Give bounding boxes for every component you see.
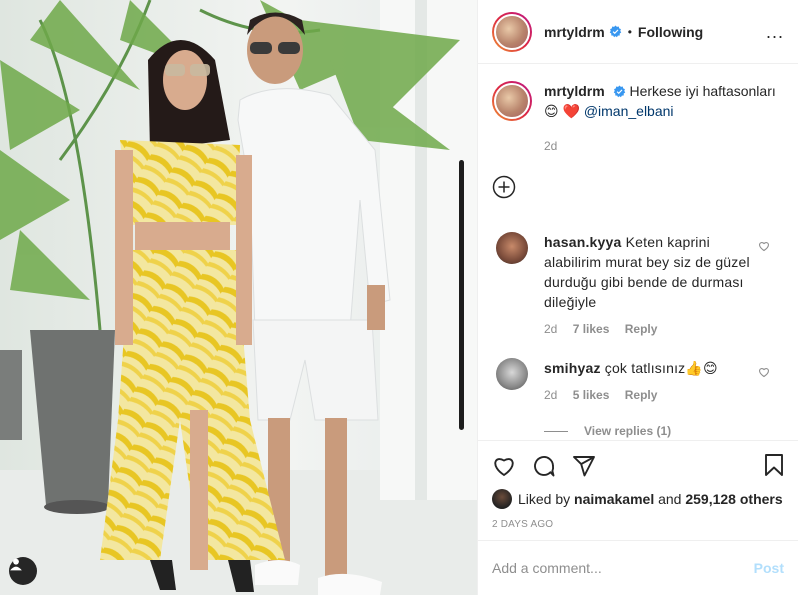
post-side-panel: mrtyldrm • Following ... mrtyldrm Herkes… xyxy=(477,0,798,595)
comment-meta: 2d 5 likes Reply xyxy=(544,388,764,402)
liked-by-user[interactable]: naimakamel xyxy=(574,491,654,507)
liker-avatar[interactable] xyxy=(492,489,512,509)
post-actions: Liked by naimakamel and 259,128 others 2… xyxy=(478,440,798,530)
author-avatar[interactable] xyxy=(492,11,532,52)
caption-age: 2d xyxy=(544,139,558,153)
photo-scrollbar[interactable] xyxy=(459,160,464,430)
more-options-button[interactable]: ... xyxy=(766,22,784,43)
comment-likes[interactable]: 7 likes xyxy=(573,322,610,336)
verified-icon xyxy=(609,25,621,38)
comment-avatar[interactable] xyxy=(496,232,528,264)
post-photo[interactable] xyxy=(0,0,477,595)
view-replies-line xyxy=(544,430,568,432)
view-replies-button[interactable]: View replies (1) xyxy=(544,424,784,438)
comment-avatar[interactable] xyxy=(496,358,528,390)
caption-emoji: 😊 ❤️ xyxy=(544,103,580,119)
reply-button[interactable]: Reply xyxy=(625,322,658,336)
caption-avatar[interactable] xyxy=(492,81,532,121)
add-comment-bar: Post xyxy=(478,540,798,595)
comment-meta: 2d 7 likes Reply xyxy=(544,322,764,336)
post-caption: mrtyldrm Herkese iyi haftasonları 😊 ❤️ @… xyxy=(492,81,784,121)
caption-mention[interactable]: @iman_elbani xyxy=(584,103,674,119)
caption-text: Herkese iyi haftasonları xyxy=(629,83,776,99)
verified-icon xyxy=(613,85,625,98)
add-icon[interactable] xyxy=(492,175,516,199)
separator-dot: • xyxy=(627,24,632,39)
instagram-post-view: mrtyldrm • Following ... mrtyldrm Herkes… xyxy=(0,0,798,595)
caption-username[interactable]: mrtyldrm xyxy=(544,83,605,99)
comment-item: hasan.kyya Keten kaprini alabilirim mura… xyxy=(492,232,784,336)
comments-list[interactable]: mrtyldrm Herkese iyi haftasonları 😊 ❤️ @… xyxy=(478,65,798,440)
post-comment-button[interactable]: Post xyxy=(754,560,784,576)
photo-illustration xyxy=(0,0,477,595)
comment-likes[interactable]: 5 likes xyxy=(573,388,610,402)
following-button[interactable]: Following xyxy=(638,24,703,40)
comment-icon[interactable] xyxy=(532,454,556,478)
heart-icon[interactable] xyxy=(758,366,770,378)
user-tag-button[interactable] xyxy=(9,557,37,585)
post-header: mrtyldrm • Following ... xyxy=(478,0,798,64)
and-label: and xyxy=(658,491,682,507)
comment-item: smihyaz çok tatlısınız👍😊 2d 5 likes Repl… xyxy=(492,358,784,402)
comment-username[interactable]: smihyaz xyxy=(544,360,601,376)
bookmark-icon[interactable] xyxy=(762,453,786,477)
post-timestamp: 2 DAYS AGO xyxy=(492,519,554,530)
heart-icon[interactable] xyxy=(492,454,516,478)
share-icon[interactable] xyxy=(572,454,596,478)
comment-age: 2d xyxy=(544,388,558,402)
comment-input[interactable] xyxy=(492,560,754,576)
likes-summary: Liked by naimakamel and 259,128 others xyxy=(492,489,784,509)
liked-by-label: Liked by xyxy=(518,491,571,507)
comment-username[interactable]: hasan.kyya xyxy=(544,234,622,250)
user-tag-icon xyxy=(10,558,22,571)
author-username[interactable]: mrtyldrm xyxy=(544,24,605,40)
likes-count[interactable]: 259,128 others xyxy=(685,491,782,507)
heart-icon[interactable] xyxy=(758,240,770,252)
comment-text: çok tatlısınız👍😊 xyxy=(604,360,718,376)
view-replies-label: View replies (1) xyxy=(584,424,672,438)
reply-button[interactable]: Reply xyxy=(625,388,658,402)
comment-age: 2d xyxy=(544,322,558,336)
